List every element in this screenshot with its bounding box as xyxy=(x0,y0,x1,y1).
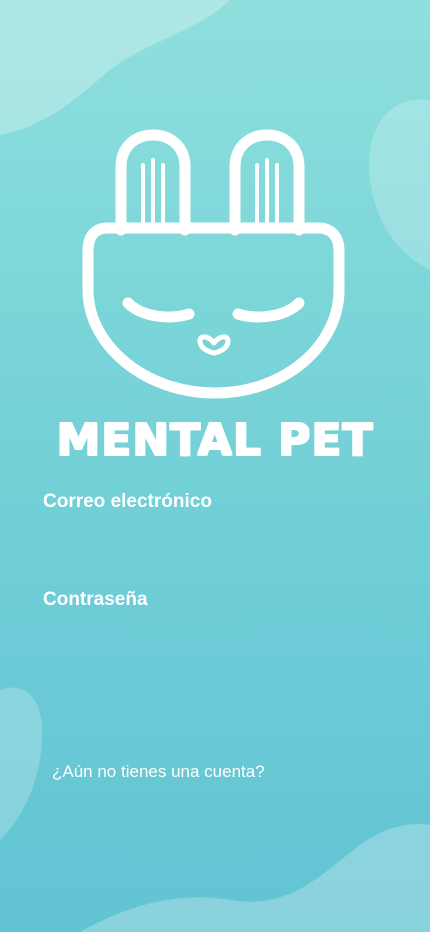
top-left-blob xyxy=(0,0,230,135)
email-field[interactable] xyxy=(43,520,391,566)
bottom-right-blob xyxy=(80,824,430,932)
left-mid-blob xyxy=(0,687,43,840)
email-label: Correo electrónico xyxy=(43,491,212,512)
login-screen: MENTAL PET Correo electrónico Contraseña… xyxy=(0,0,430,932)
logo xyxy=(80,125,350,405)
bunny-face-icon xyxy=(82,129,345,399)
password-label: Contraseña xyxy=(43,589,148,610)
signup-link[interactable]: ¿Aún no tienes una cuenta? xyxy=(52,762,265,782)
right-blob xyxy=(369,99,430,270)
brand-name: MENTAL PET xyxy=(56,415,374,466)
password-field[interactable] xyxy=(43,618,391,664)
